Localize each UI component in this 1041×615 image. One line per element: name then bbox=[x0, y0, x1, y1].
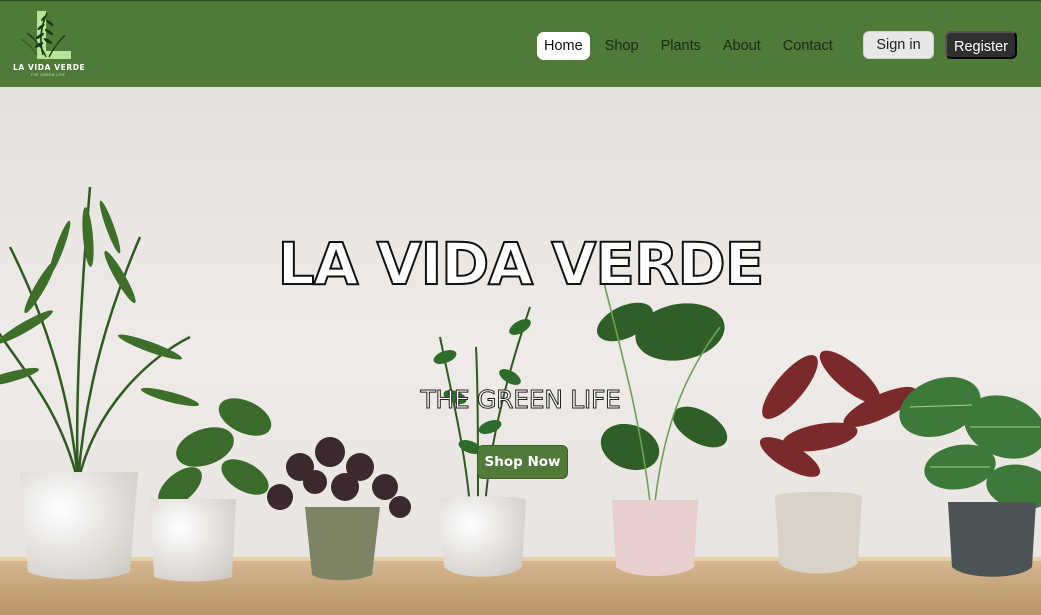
hero-section: LA VIDA VERDE THE GREEN LIFE Shop Now bbox=[0, 87, 1041, 615]
hero-plants-image bbox=[0, 87, 1041, 615]
nav-shop[interactable]: Shop bbox=[598, 32, 646, 60]
logo-tagline: THE GREEN LIFE bbox=[30, 73, 66, 77]
nav-home[interactable]: Home bbox=[537, 31, 590, 60]
register-button[interactable]: Register bbox=[945, 31, 1017, 59]
shop-now-button[interactable]: Shop Now bbox=[477, 445, 568, 479]
brand-logo[interactable]: LA VIDA VERDE THE GREEN LIFE bbox=[13, 9, 86, 77]
hero-subtitle: THE GREEN LIFE bbox=[420, 385, 621, 415]
nav-contact[interactable]: Contact bbox=[776, 32, 840, 60]
navbar: LA VIDA VERDE THE GREEN LIFE Home Shop P… bbox=[0, 0, 1041, 87]
logo-name: LA VIDA VERDE bbox=[13, 63, 86, 72]
hero-title: LA VIDA VERDE bbox=[277, 229, 766, 299]
main-nav: Home Shop Plants About Contact bbox=[537, 31, 840, 60]
sign-in-button[interactable]: Sign in bbox=[863, 31, 934, 59]
logo-mark-icon bbox=[20, 11, 71, 59]
nav-about[interactable]: About bbox=[716, 32, 768, 60]
nav-plants[interactable]: Plants bbox=[654, 32, 708, 60]
